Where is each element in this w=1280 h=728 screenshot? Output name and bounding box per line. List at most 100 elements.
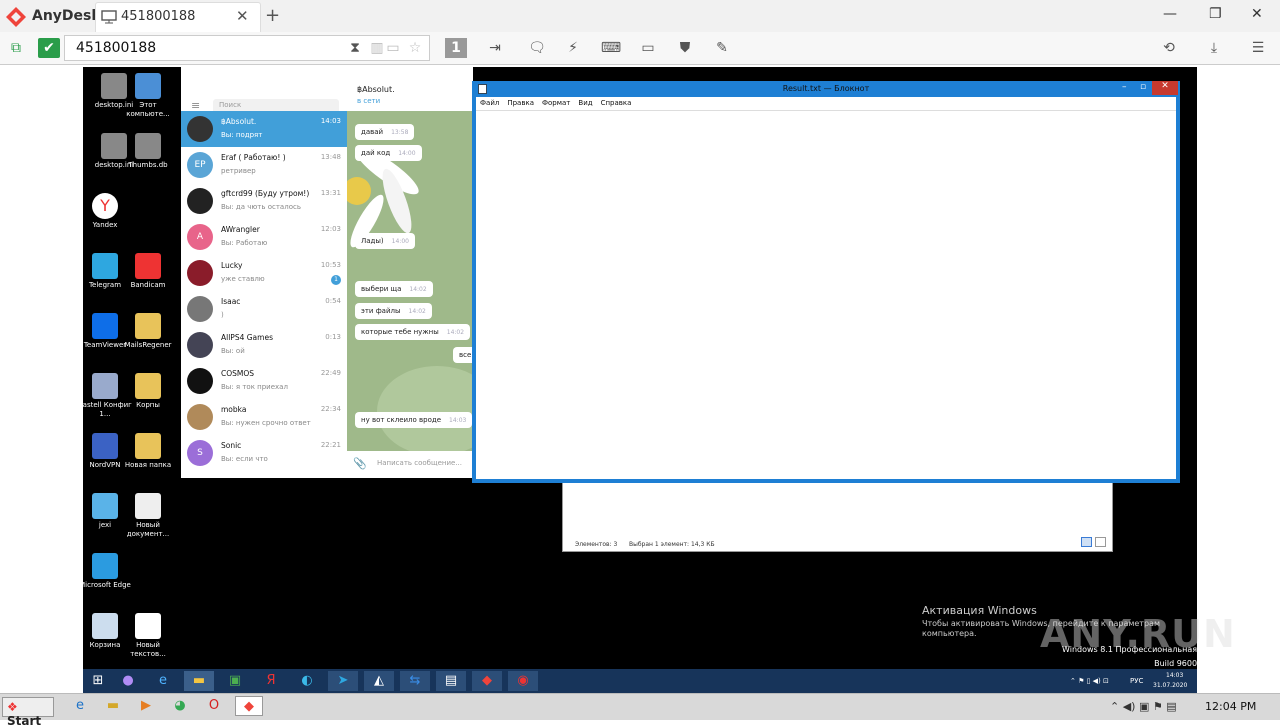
star-icon[interactable]: ☆ xyxy=(404,38,426,58)
notepad-text-area[interactable] xyxy=(476,110,1176,479)
minimize-icon[interactable]: — xyxy=(1163,6,1177,22)
session-tab-label: 451800188 xyxy=(121,9,196,24)
alice-icon[interactable]: ● xyxy=(113,671,143,691)
notepad-menu-item[interactable]: Справка xyxy=(601,99,632,107)
avatar xyxy=(187,368,213,394)
settings-file-icon xyxy=(135,133,161,159)
chat-time: 14:03 xyxy=(320,117,341,125)
maximize-icon[interactable]: ❐ xyxy=(1209,6,1222,22)
chat-preview: Вы: если что xyxy=(221,455,268,463)
chat-item[interactable]: COSMOS Вы: я ток приехал 22:49 xyxy=(181,363,347,399)
chat-item[interactable]: mobka Вы: нужен срочно ответ 22:34 xyxy=(181,399,347,435)
chat-icon[interactable]: 🗨 xyxy=(526,38,548,58)
host-ie-icon[interactable]: e xyxy=(69,696,91,716)
anydesk-remote-taskbar-icon[interactable]: ◆ xyxy=(472,671,502,691)
host-opera-icon[interactable]: O xyxy=(203,696,225,716)
chat-time: 22:34 xyxy=(320,405,341,413)
chat-preview: Вы: подрят xyxy=(221,131,263,139)
tray-icons[interactable]: ⌃ ⚑ ▯ ◀) ⊡ xyxy=(1070,677,1109,685)
chat-item[interactable]: A AWrangler Вы: Работаю 12:03 xyxy=(181,219,347,255)
display-icon[interactable]: ▭ xyxy=(637,38,659,58)
chat-item[interactable]: Lucky уже ставлю 10:53 1 xyxy=(181,255,347,291)
store-icon[interactable]: ▣ xyxy=(220,671,250,691)
bandicam-taskbar-icon[interactable]: ◉ xyxy=(508,671,538,691)
host-explorer-icon[interactable]: ▬ xyxy=(102,696,124,716)
desktop-icon[interactable]: Новый текстов... xyxy=(120,613,176,659)
message-bubble: все xyxy=(453,347,473,363)
chat-name: AWrangler xyxy=(221,225,260,234)
verified-icon: ✔ xyxy=(38,38,60,58)
notepad-menu-item[interactable]: Правка xyxy=(507,99,534,107)
ie-icon[interactable]: e xyxy=(148,671,178,691)
menu-icon[interactable]: ☰ xyxy=(1247,38,1269,58)
message-text: которые тебе нужны xyxy=(361,328,439,336)
tab-close-icon[interactable]: ✕ xyxy=(236,7,249,25)
notepad-menu-item[interactable]: Файл xyxy=(480,99,499,107)
file-explorer-icon[interactable]: ▬ xyxy=(184,671,214,691)
telegram-window[interactable]: ≡ Поиск ฿Absolut. Вы: подрят 14:03 EP Eraf (… xyxy=(181,67,473,478)
actions-icon[interactable]: ⚡ xyxy=(562,38,584,58)
new-tab-icon[interactable]: + xyxy=(265,5,280,26)
close-icon[interactable]: ✕ xyxy=(1251,6,1263,22)
teamviewer-taskbar-icon[interactable]: ⇆ xyxy=(400,671,430,691)
details-view-icon[interactable] xyxy=(1081,537,1092,547)
desktop-icon[interactable]: Bandicam xyxy=(120,253,176,290)
np-minimize-icon[interactable]: – xyxy=(1122,82,1127,92)
screens-icon[interactable]: ▭ xyxy=(382,38,404,58)
desktop-icon[interactable]: Thumbs.db xyxy=(120,133,176,170)
chat-time: 0:13 xyxy=(325,333,341,341)
chat-item[interactable]: Isaac) 0:54 xyxy=(181,291,347,327)
attach-icon[interactable]: 📎 xyxy=(353,457,367,470)
folder-icon xyxy=(135,313,161,339)
nordvpn-taskbar-icon[interactable]: ◭ xyxy=(364,671,394,691)
monitor-icon xyxy=(101,10,117,24)
keyboard-icon[interactable]: ⌨ xyxy=(600,38,622,58)
desktop-icon[interactable]: Этот компьюте... xyxy=(120,73,176,119)
chat-preview: Вы: Работаю xyxy=(221,239,268,247)
start-button[interactable]: ❖ Start xyxy=(2,697,54,728)
chat-item[interactable]: S Sonic Вы: если что 22:21 xyxy=(181,435,347,471)
telegram-taskbar-icon[interactable]: ➤ xyxy=(328,671,358,691)
np-close-icon[interactable]: ✕ xyxy=(1152,81,1178,95)
desktop-icon[interactable]: Microsoft Edge xyxy=(77,553,133,590)
notepad-window[interactable]: Result.txt — Блокнот – ▫ ✕ Файл Правка Фор… xyxy=(472,81,1180,483)
desktop-icon[interactable]: Y Yandex xyxy=(77,193,133,230)
switch-sides-icon[interactable]: ⇥ xyxy=(484,38,506,58)
desktop-icon-label: Новый документ... xyxy=(126,521,170,538)
desktop-icon[interactable]: MailsRegener xyxy=(120,313,176,350)
chat-item[interactable]: ฿Absolut. Вы: подрят 14:03 xyxy=(181,111,347,147)
folder-icon xyxy=(135,433,161,459)
notepad-menu-item[interactable]: Вид xyxy=(578,99,592,107)
host-tray-icons[interactable]: ⌃ ◀) ▣ ⚑ ▤ xyxy=(1110,700,1177,713)
message-bubble: которые тебе нужны 14:02 xyxy=(355,324,471,340)
whiteboard-pen-icon[interactable]: ✎ xyxy=(711,38,733,58)
host-media-icon[interactable]: ▶ xyxy=(135,696,157,716)
chat-item[interactable]: AllPS4 Games Вы: ой 0:13 xyxy=(181,327,347,363)
notepad-menu-item[interactable]: Формат xyxy=(542,99,570,107)
history-icon[interactable]: ⟲ xyxy=(1158,38,1180,58)
yandex-browser-icon[interactable]: Я xyxy=(256,671,286,691)
tiles-view-icon[interactable] xyxy=(1095,537,1106,547)
host-anydesk-icon[interactable]: ◆ xyxy=(235,696,263,716)
teamviewer-icon xyxy=(92,313,118,339)
windows-start-icon[interactable]: ⊞ xyxy=(83,671,113,691)
chat-item[interactable]: EP Eraf ( Работаю! ) ретривер 13:48 xyxy=(181,147,347,183)
message-input[interactable]: Написать сообщение... xyxy=(377,459,462,467)
tray-language[interactable]: РУС xyxy=(1130,677,1143,685)
app-taskbar-icon[interactable]: ▤ xyxy=(436,671,466,691)
np-maximize-icon[interactable]: ▫ xyxy=(1140,82,1146,92)
host-chrome-icon[interactable]: ◕ xyxy=(169,696,191,716)
explorer-window[interactable]: Элементов: 3 Выбран 1 элемент: 14,3 КБ xyxy=(562,482,1113,552)
desktop-icon[interactable]: Корпы xyxy=(120,373,176,410)
desktop-icon[interactable]: Новый документ... xyxy=(120,493,176,539)
desktop-icon-label: Microsoft Edge xyxy=(79,581,131,589)
chat-time: 22:49 xyxy=(320,369,341,377)
download-icon[interactable]: ⤓ xyxy=(1203,38,1225,58)
chat-preview: Вы: я ток приехал xyxy=(221,383,288,391)
desktop-icon[interactable]: Новая папка xyxy=(120,433,176,470)
edge-taskbar-icon[interactable]: ◐ xyxy=(292,671,322,691)
monitor-1-button[interactable]: 1 xyxy=(445,38,467,58)
chat-item[interactable]: gftcrd99 (Буду утром!) Вы: да чють остало… xyxy=(181,183,347,219)
hourglass-icon[interactable]: ⧗ xyxy=(344,38,366,58)
permissions-icon[interactable]: ⛊ xyxy=(674,38,696,58)
